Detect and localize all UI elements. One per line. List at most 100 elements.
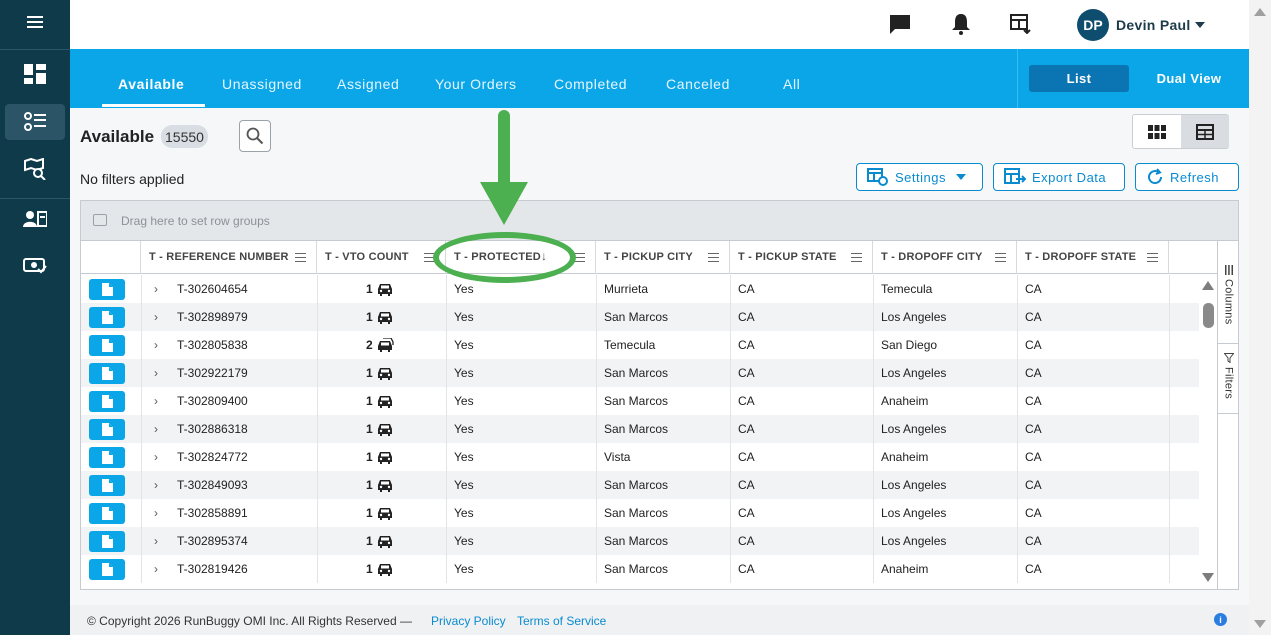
dropoff-state-cell: CA xyxy=(1025,282,1042,296)
vto-count-cell: 1 xyxy=(366,303,393,331)
vto-count-value: 1 xyxy=(366,450,373,464)
expand-row-chevron-icon[interactable]: › xyxy=(154,310,158,324)
view-document-button[interactable] xyxy=(89,503,125,524)
table-row[interactable]: › 1 T-302858891 Yes San Marcos CA Los Angeles C… xyxy=(81,499,1217,527)
tab-available[interactable]: Available xyxy=(118,76,184,92)
refresh-button[interactable]: Refresh xyxy=(1135,163,1239,191)
sidebar-item-orders[interactable] xyxy=(5,104,65,140)
view-document-button[interactable] xyxy=(89,447,125,468)
tab-unassigned[interactable]: Unassigned xyxy=(222,76,302,92)
messages-button[interactable] xyxy=(888,12,912,36)
grid-scrollbar[interactable] xyxy=(1199,275,1217,589)
expand-row-chevron-icon[interactable]: › xyxy=(154,478,158,492)
table-row[interactable]: › 2 T-302805838 Yes Temecula CA San Diego CA xyxy=(81,331,1217,359)
terms-of-service-link[interactable]: Terms of Service xyxy=(517,614,606,628)
view-document-button[interactable] xyxy=(89,419,125,440)
sidebar-item-payments[interactable] xyxy=(5,248,65,284)
avatar[interactable]: DP xyxy=(1077,9,1109,41)
table-row[interactable]: › 1 T-302849093 Yes San Marcos CA Los Angeles C… xyxy=(81,471,1217,499)
expand-row-chevron-icon[interactable]: › xyxy=(154,506,158,520)
document-icon xyxy=(101,479,113,492)
hamburger-menu-button[interactable] xyxy=(5,4,65,40)
column-menu-icon[interactable] xyxy=(851,253,862,262)
scroll-down-arrow[interactable] xyxy=(1202,573,1214,582)
grid-layout-button[interactable] xyxy=(1133,115,1181,148)
table-row[interactable]: › 1 T-302819426 Yes San Marcos CA Anaheim CA xyxy=(81,555,1217,583)
table-row[interactable]: › 1 T-302809400 Yes San Marcos CA Anaheim CA xyxy=(81,387,1217,415)
table-download-button[interactable] xyxy=(1009,12,1033,36)
header-pickup-city[interactable]: T - PICKUP CITY xyxy=(596,241,730,274)
chevron-down-icon[interactable] xyxy=(1195,22,1205,28)
export-data-button[interactable]: Export Data xyxy=(993,163,1125,191)
header-pickup-state[interactable]: T - PICKUP STATE xyxy=(730,241,873,274)
cell-divider xyxy=(1169,555,1170,583)
view-document-button[interactable] xyxy=(89,363,125,384)
header-vto-count[interactable]: T - VTO COUNT xyxy=(317,241,446,274)
dropoff-city-cell: Anaheim xyxy=(881,450,929,464)
page-scrollbar[interactable] xyxy=(1249,0,1271,635)
view-document-button[interactable] xyxy=(89,531,125,552)
expand-row-chevron-icon[interactable]: › xyxy=(154,450,158,464)
column-menu-icon[interactable] xyxy=(995,253,1006,262)
header-dropoff-state[interactable]: T - DROPOFF STATE xyxy=(1017,241,1169,274)
vto-count-cell: 1 xyxy=(366,359,393,387)
tab-your-orders[interactable]: Your Orders xyxy=(435,76,517,92)
expand-row-chevron-icon[interactable]: › xyxy=(154,422,158,436)
view-document-button[interactable] xyxy=(89,391,125,412)
sidebar-item-drivers[interactable] xyxy=(5,201,65,237)
view-document-button[interactable] xyxy=(89,475,125,496)
row-group-dropzone[interactable]: Drag here to set row groups xyxy=(81,201,1238,241)
cell-divider xyxy=(317,359,318,387)
cell-divider xyxy=(1017,443,1018,471)
cell-divider xyxy=(873,415,874,443)
expand-row-chevron-icon[interactable]: › xyxy=(154,282,158,296)
view-document-button[interactable] xyxy=(89,335,125,356)
notifications-button[interactable] xyxy=(949,12,973,36)
expand-row-chevron-icon[interactable]: › xyxy=(154,338,158,352)
table-layout-button[interactable] xyxy=(1181,115,1229,148)
table-row[interactable]: › 1 T-302604654 Yes Murrieta CA Temecula CA xyxy=(81,275,1217,303)
scroll-up-arrow[interactable] xyxy=(1202,281,1214,290)
page-scroll-down-arrow[interactable] xyxy=(1254,620,1266,628)
pickup-state-cell: CA xyxy=(738,478,755,492)
tab-all[interactable]: All xyxy=(783,76,800,92)
scroll-thumb[interactable] xyxy=(1203,303,1214,328)
header-dropoff-city[interactable]: T - DROPOFF CITY xyxy=(873,241,1017,274)
settings-button[interactable]: Settings xyxy=(856,163,983,191)
header-reference-number[interactable]: T - REFERENCE NUMBER xyxy=(141,241,317,274)
expand-row-chevron-icon[interactable]: › xyxy=(154,562,158,576)
vto-count-value: 1 xyxy=(366,282,373,296)
filters-panel-tab[interactable]: Filters xyxy=(1218,353,1238,399)
dropoff-state-cell: CA xyxy=(1025,422,1042,436)
tab-completed[interactable]: Completed xyxy=(554,76,627,92)
cell-divider xyxy=(1169,275,1170,303)
table-row[interactable]: › 1 T-302824772 Yes Vista CA Anaheim CA xyxy=(81,443,1217,471)
column-menu-icon[interactable] xyxy=(1147,253,1158,262)
user-name[interactable]: Devin Paul xyxy=(1116,17,1191,33)
cell-divider xyxy=(1169,471,1170,499)
view-document-button[interactable] xyxy=(89,279,125,300)
sidebar-item-dashboard[interactable] xyxy=(5,56,65,92)
page-scroll-up-arrow[interactable] xyxy=(1254,8,1266,16)
table-row[interactable]: › 1 T-302895374 Yes San Marcos CA Los Angeles C… xyxy=(81,527,1217,555)
tab-canceled[interactable]: Canceled xyxy=(666,76,730,92)
column-menu-icon[interactable] xyxy=(295,253,306,262)
table-row[interactable]: › 1 T-302886318 Yes San Marcos CA Los Angeles C… xyxy=(81,415,1217,443)
privacy-policy-link[interactable]: Privacy Policy xyxy=(431,614,506,628)
search-button[interactable] xyxy=(239,120,271,152)
sidebar-item-map-search[interactable] xyxy=(5,151,65,187)
expand-row-chevron-icon[interactable]: › xyxy=(154,366,158,380)
table-row[interactable]: › 1 T-302898979 Yes San Marcos CA Los Angeles C… xyxy=(81,303,1217,331)
expand-row-chevron-icon[interactable]: › xyxy=(154,534,158,548)
info-icon[interactable]: i xyxy=(1214,613,1227,626)
column-menu-icon[interactable] xyxy=(708,253,719,262)
columns-panel-tab[interactable]: Columns xyxy=(1218,265,1238,325)
view-document-button[interactable] xyxy=(89,559,125,580)
tab-assigned[interactable]: Assigned xyxy=(337,76,399,92)
dual-view-button[interactable]: Dual View xyxy=(1140,65,1238,92)
table-row[interactable]: › 1 T-302922179 Yes San Marcos CA Los Angeles C… xyxy=(81,359,1217,387)
grid-side-panel: Columns Filters xyxy=(1217,241,1238,589)
view-document-button[interactable] xyxy=(89,307,125,328)
list-view-button[interactable]: List xyxy=(1029,65,1129,92)
expand-row-chevron-icon[interactable]: › xyxy=(154,394,158,408)
